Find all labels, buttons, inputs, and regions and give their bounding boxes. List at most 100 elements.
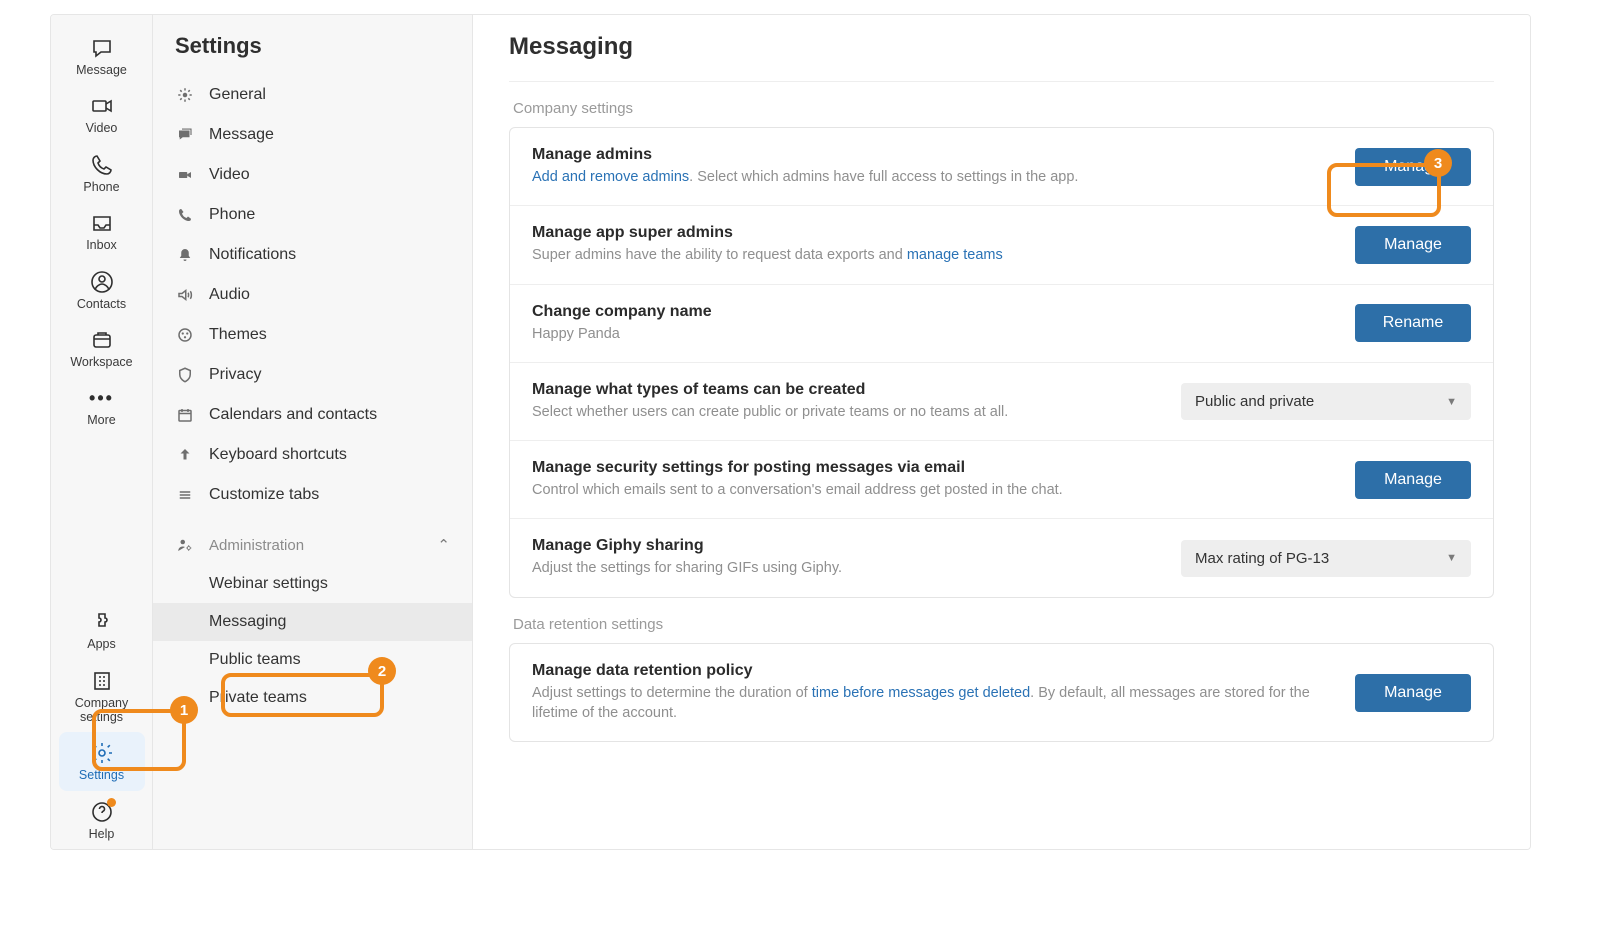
panel-public-teams[interactable]: Public teams <box>153 641 472 679</box>
row-retention-policy: Manage data retention policy Adjust sett… <box>510 644 1493 742</box>
rail-label: Inbox <box>86 238 117 252</box>
section-label: Administration <box>209 537 304 554</box>
panel-audio[interactable]: Audio <box>153 275 472 315</box>
rail-phone[interactable]: Phone <box>59 144 145 202</box>
panel-video[interactable]: Video <box>153 155 472 195</box>
row-email-security: Manage security settings for posting mes… <box>510 441 1493 519</box>
gear-icon <box>175 85 195 105</box>
panel-notifications[interactable]: Notifications <box>153 235 472 275</box>
giphy-rating-select[interactable]: Max rating of PG-13▼ <box>1181 540 1471 577</box>
row-desc: Select whether users can create public o… <box>532 402 1157 422</box>
chevron-down-icon: ▼ <box>1446 396 1457 408</box>
rail-label: Video <box>86 121 118 135</box>
panel-general[interactable]: General <box>153 75 472 115</box>
building-icon <box>89 668 115 694</box>
rail-more[interactable]: ••• More <box>59 377 145 435</box>
rail-label: Workspace <box>70 355 132 369</box>
retention-time-link[interactable]: time before messages get deleted <box>812 685 1030 701</box>
rail-video[interactable]: Video <box>59 85 145 143</box>
manage-retention-button[interactable]: Manage <box>1355 674 1471 712</box>
video-icon <box>89 93 115 119</box>
row-desc: Super admins have the ability to request… <box>532 245 1331 265</box>
select-value: Public and private <box>1195 393 1314 410</box>
row-title: Manage security settings for posting mes… <box>532 459 1331 477</box>
add-remove-admins-link[interactable]: Add and remove admins <box>532 169 689 185</box>
company-name-value: Happy Panda <box>532 324 1331 344</box>
panel-label: Calendars and contacts <box>209 406 377 424</box>
select-value: Max rating of PG-13 <box>1195 550 1329 567</box>
rail-workspace[interactable]: Workspace <box>59 319 145 377</box>
panel-label: Keyboard shortcuts <box>209 446 347 464</box>
panel-label: Private teams <box>209 689 307 706</box>
row-desc: Add and remove admins. Select which admi… <box>532 167 1331 187</box>
rail-inbox[interactable]: Inbox <box>59 202 145 260</box>
panel-message[interactable]: Message <box>153 115 472 155</box>
row-title: Manage Giphy sharing <box>532 537 1157 555</box>
rail-apps[interactable]: Apps <box>59 601 145 659</box>
upload-icon <box>175 445 195 465</box>
phone-icon <box>175 205 195 225</box>
chat-icon <box>89 35 115 61</box>
rail-company-settings[interactable]: Company settings <box>59 660 145 733</box>
manage-teams-link[interactable]: manage teams <box>907 247 1003 263</box>
panel-keyboard[interactable]: Keyboard shortcuts <box>153 435 472 475</box>
panel-label: Video <box>209 166 250 184</box>
rail-label: Settings <box>79 768 124 782</box>
company-settings-card: Manage admins Add and remove admins. Sel… <box>509 127 1494 598</box>
settings-panel: Settings General Message Video Phone Not… <box>153 15 473 849</box>
panel-customize[interactable]: Customize tabs <box>153 475 472 515</box>
rail-label: More <box>87 413 115 427</box>
row-desc: Adjust the settings for sharing GIFs usi… <box>532 558 1157 578</box>
palette-icon <box>175 325 195 345</box>
manage-email-security-button[interactable]: Manage <box>1355 461 1471 499</box>
panel-label: Messaging <box>209 613 286 630</box>
rail-message[interactable]: Message <box>59 27 145 85</box>
row-manage-admins: Manage admins Add and remove admins. Sel… <box>510 128 1493 206</box>
panel-administration[interactable]: Administration ⌃ <box>153 525 472 565</box>
rename-button[interactable]: Rename <box>1355 304 1471 342</box>
panel-label: Phone <box>209 206 255 224</box>
shield-icon <box>175 365 195 385</box>
row-team-types: Manage what types of teams can be create… <box>510 363 1493 441</box>
left-rail: Message Video Phone Inbox Contacts Works… <box>51 15 153 849</box>
rail-settings[interactable]: Settings <box>59 732 145 790</box>
panel-label: Themes <box>209 326 267 344</box>
team-types-select[interactable]: Public and private ▼ <box>1181 383 1471 420</box>
panel-label: Customize tabs <box>209 486 319 504</box>
panel-messaging[interactable]: Messaging <box>153 603 472 641</box>
camera-icon <box>175 165 195 185</box>
help-icon <box>89 799 115 825</box>
row-desc: Adjust settings to determine the duratio… <box>532 683 1331 724</box>
row-giphy: Manage Giphy sharing Adjust the settings… <box>510 519 1493 596</box>
panel-label: Notifications <box>209 246 296 264</box>
panel-calendars[interactable]: Calendars and contacts <box>153 395 472 435</box>
speaker-icon <box>175 285 195 305</box>
rail-contacts[interactable]: Contacts <box>59 261 145 319</box>
panel-title: Settings <box>153 15 472 75</box>
message-icon <box>175 125 195 145</box>
panel-themes[interactable]: Themes <box>153 315 472 355</box>
data-retention-card: Manage data retention policy Adjust sett… <box>509 643 1494 743</box>
row-title: Manage what types of teams can be create… <box>532 381 1157 399</box>
workspace-icon <box>89 327 115 353</box>
panel-label: Privacy <box>209 366 261 384</box>
manage-admins-button[interactable]: Manage <box>1355 148 1471 186</box>
panel-label: Message <box>209 126 274 144</box>
row-desc: Control which emails sent to a conversat… <box>532 480 1331 500</box>
panel-label: Audio <box>209 286 250 304</box>
panel-webinar[interactable]: Webinar settings <box>153 565 472 603</box>
main-content: Messaging Company settings Manage admins… <box>473 15 1530 849</box>
chevron-up-icon: ⌃ <box>437 536 450 554</box>
rail-help[interactable]: Help <box>59 791 145 849</box>
manage-super-admins-button[interactable]: Manage <box>1355 226 1471 264</box>
panel-phone[interactable]: Phone <box>153 195 472 235</box>
rail-label: Apps <box>87 637 116 651</box>
row-title: Manage admins <box>532 146 1331 164</box>
bell-icon <box>175 245 195 265</box>
panel-private-teams[interactable]: Private teams <box>153 679 472 717</box>
phone-icon <box>89 152 115 178</box>
row-company-name: Change company name Happy Panda Rename <box>510 285 1493 363</box>
section-data-retention: Data retention settings <box>513 616 1490 633</box>
gear-icon <box>89 740 115 766</box>
panel-privacy[interactable]: Privacy <box>153 355 472 395</box>
